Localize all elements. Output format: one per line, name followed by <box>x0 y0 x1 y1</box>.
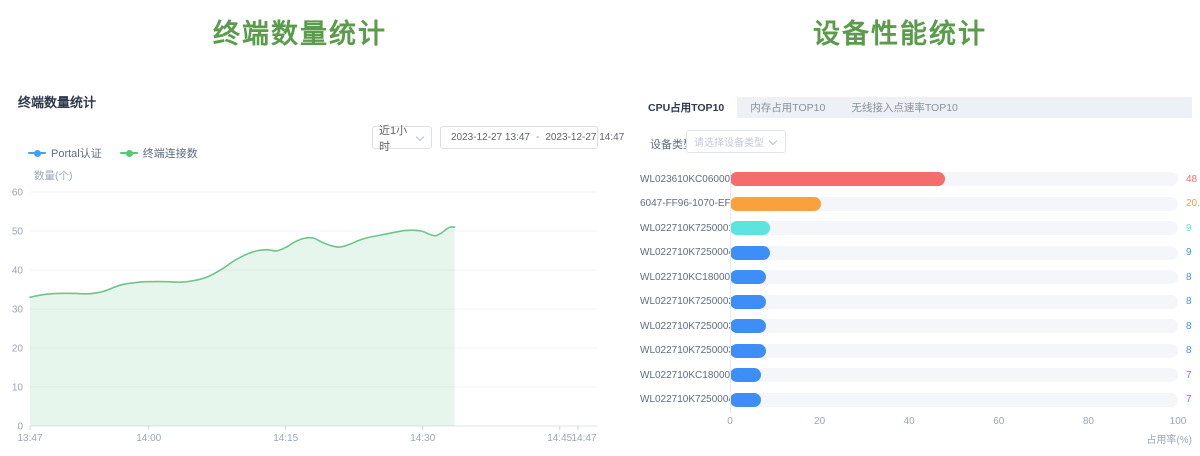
legend-item-0[interactable]: Portal认证 <box>28 145 102 161</box>
bar-fill <box>730 295 766 309</box>
bar-fill <box>730 221 770 235</box>
bar-value: 48 <box>1186 174 1197 185</box>
device-name: WL022710K725000102 <box>640 223 730 234</box>
svg-text:30: 30 <box>12 305 24 316</box>
bar-track <box>730 295 1178 309</box>
chevron-down-icon <box>769 137 778 146</box>
bar-fill <box>730 344 766 358</box>
bar-value: 9 <box>1186 247 1192 258</box>
device-type-select[interactable]: 请选择设备类型 <box>686 130 786 153</box>
svg-text:14:47: 14:47 <box>571 433 596 444</box>
bar-fill <box>730 368 761 382</box>
svg-text:50: 50 <box>12 227 24 238</box>
bar-fill <box>730 270 766 284</box>
bar-track <box>730 197 1178 211</box>
bar-value: 9 <box>1186 223 1192 234</box>
dashboard: 终端数量统计 终端数量统计 近1小时 2023-12-27 13:47 - 20… <box>0 0 1200 456</box>
tab-2[interactable]: 无线接入点速率TOP10 <box>838 97 971 118</box>
bar-row-8: WL022710KC18000372 7 <box>640 363 1192 388</box>
cpu-top10-bar-chart: WL023610KC06000043486047-FF96-1070-EF0A2… <box>640 167 1192 412</box>
time-range-select-value: 近1小时 <box>379 122 416 154</box>
svg-text:13:47: 13:47 <box>17 433 42 444</box>
bar-value: 7 <box>1186 370 1192 381</box>
terminal-count-chart: 0 10 20 30 40 50 60 13:47 14:00 14:15 14:30 14:4514… <box>0 184 600 456</box>
svg-text:14:15: 14:15 <box>273 433 298 444</box>
date-range-start: 2023-12-27 13:47 <box>451 132 530 143</box>
bar-fill <box>730 393 761 407</box>
legend-label: Portal认证 <box>51 145 102 161</box>
device-name: 6047-FF96-1070-EF0A <box>640 198 730 209</box>
right-panel-title: 设备性能统计 <box>600 12 1200 51</box>
line-chart-legend: Portal认证 终端连接数 <box>28 145 198 161</box>
bar-fill <box>730 197 821 211</box>
device-name: WL022710K725000369 <box>640 345 730 356</box>
bar-row-0: WL023610KC0600004348 <box>640 167 1192 192</box>
performance-tabbar: CPU占用TOP10内存占用TOP10无线接入点速率TOP10 <box>635 97 1192 118</box>
x-tick-label: 80 <box>1083 416 1094 427</box>
device-name: WL023610KC06000043 <box>640 174 730 185</box>
bar-row-1: 6047-FF96-1070-EF0A20.3 <box>640 192 1192 217</box>
bar-row-7: WL022710K725000369 8 <box>640 339 1192 364</box>
device-name: WL022710KC18000372 <box>640 370 730 381</box>
bar-row-3: WL022710K725000409 9 <box>640 241 1192 266</box>
svg-text:10: 10 <box>12 383 24 394</box>
device-name: WL022710K725000409 <box>640 247 730 258</box>
bar-value: 8 <box>1186 296 1192 307</box>
bar-fill <box>730 319 766 333</box>
bar-fill <box>730 172 945 186</box>
device-name: WL022710K725000272 <box>640 296 730 307</box>
bar-track <box>730 221 1178 235</box>
svg-text:14:30: 14:30 <box>410 433 435 444</box>
tab-1[interactable]: 内存占用TOP10 <box>737 97 838 118</box>
line-dot-icon <box>120 150 138 157</box>
svg-text:20: 20 <box>12 344 24 355</box>
bar-row-9: WL022710K725000470 7 <box>640 388 1192 413</box>
bar-track <box>730 393 1178 407</box>
bar-chart-x-axis-title: 占用率(%) <box>1040 431 1192 446</box>
svg-text:0: 0 <box>17 422 23 433</box>
bar-value: 8 <box>1186 272 1192 283</box>
date-range-end: 2023-12-27 14:47 <box>545 132 624 143</box>
svg-text:14:45: 14:45 <box>547 433 572 444</box>
svg-text:40: 40 <box>12 266 24 277</box>
device-name: WL022710K725000470 <box>640 394 730 405</box>
tab-0[interactable]: CPU占用TOP10 <box>635 97 737 118</box>
svg-text:14:00: 14:00 <box>136 433 161 444</box>
line-dot-icon <box>28 150 46 157</box>
device-name: WL022710KC18000280 <box>640 272 730 283</box>
bar-chart-axis-line <box>730 170 731 413</box>
bar-row-5: WL022710K725000272 8 <box>640 290 1192 315</box>
bar-row-4: WL022710KC18000280 8 <box>640 265 1192 290</box>
terminal-count-section-title: 终端数量统计 <box>18 92 96 111</box>
device-name: WL022710K725000307 <box>640 321 730 332</box>
device-type-placeholder: 请选择设备类型 <box>694 134 764 149</box>
bar-value: 20.3 <box>1186 198 1200 209</box>
chevron-down-icon <box>416 133 425 142</box>
legend-item-1[interactable]: 终端连接数 <box>120 145 198 161</box>
svg-text:60: 60 <box>12 188 24 199</box>
x-tick-label: 20 <box>814 416 825 427</box>
bar-track <box>730 172 1178 186</box>
x-tick-label: 60 <box>993 416 1004 427</box>
bar-track <box>730 319 1178 333</box>
date-range-separator: - <box>534 132 541 143</box>
bar-track <box>730 368 1178 382</box>
left-panel-title: 终端数量统计 <box>0 12 600 51</box>
bar-track <box>730 270 1178 284</box>
x-tick-label: 100 <box>1170 416 1187 427</box>
x-tick-label: 0 <box>727 416 733 427</box>
bar-value: 8 <box>1186 321 1192 332</box>
y-axis-title: 数量(个) <box>34 168 73 183</box>
date-range-picker[interactable]: 2023-12-27 13:47 - 2023-12-27 14:47 <box>440 126 598 149</box>
bar-value: 7 <box>1186 394 1192 405</box>
time-range-select[interactable]: 近1小时 <box>372 126 432 149</box>
bar-row-2: WL022710K725000102 9 <box>640 216 1192 241</box>
bar-row-6: WL022710K725000307 8 <box>640 314 1192 339</box>
x-tick-label: 40 <box>904 416 915 427</box>
bar-track <box>730 246 1178 260</box>
bar-fill <box>730 246 770 260</box>
bar-value: 8 <box>1186 345 1192 356</box>
bar-track <box>730 344 1178 358</box>
legend-label: 终端连接数 <box>143 145 198 161</box>
